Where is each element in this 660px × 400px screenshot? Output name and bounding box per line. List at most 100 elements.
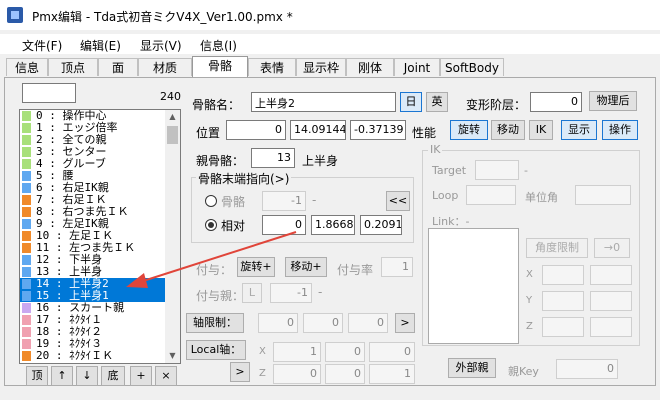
parent-bone-input[interactable]: 13 [251, 148, 295, 168]
tab-vertex[interactable]: 顶点 [48, 58, 98, 76]
bone-list[interactable]: 0 : 操作中心 1 : エッジ倍率 2 : 全ての親 3 : センター 4 :… [19, 109, 181, 364]
ik-unit-angle-input[interactable] [575, 185, 631, 205]
bone-color-swatch [22, 255, 31, 265]
local-axis-x-c[interactable]: 0 [369, 342, 415, 362]
local-axis-arrow-button[interactable]: > [230, 362, 250, 382]
axis-limit-y-input[interactable]: 0 [303, 313, 343, 333]
tab-info[interactable]: 信息 [6, 58, 48, 76]
move-top-button[interactable]: 顶 [26, 366, 48, 386]
lang-jp-button[interactable]: 日 [400, 92, 422, 112]
tail-relative-label: 相对 [221, 219, 246, 233]
ik-loop-label: Loop [432, 189, 459, 202]
ik-loop-input[interactable] [466, 185, 516, 205]
local-axis-button[interactable]: Local轴： [186, 340, 246, 360]
grant-rate-input[interactable]: 1 [381, 257, 413, 277]
axis-limit-button[interactable]: 轴限制： [186, 313, 244, 333]
grant-parent-input[interactable]: -1 [270, 283, 312, 303]
bone-color-swatch [22, 327, 31, 337]
bone-list-scrollbar[interactable]: ▲ ▼ [165, 110, 180, 363]
axis-limit-z-input[interactable]: 0 [348, 313, 388, 333]
physics-after-button[interactable]: 物理后 [589, 91, 637, 111]
bone-color-swatch [22, 195, 31, 205]
add-bone-button[interactable]: + [130, 366, 152, 386]
axis-limit-arrow-button[interactable]: > [395, 313, 415, 333]
lang-en-button[interactable]: 英 [426, 92, 448, 112]
local-axis-z-a[interactable]: 0 [273, 364, 321, 384]
bone-filter-input[interactable] [22, 83, 76, 103]
bone-name-input[interactable]: 上半身2 [251, 92, 396, 112]
grant-move-button[interactable]: 移动+ [285, 257, 327, 277]
tab-joint[interactable]: Joint [394, 58, 440, 76]
position-y-input[interactable]: 14.09144 [290, 120, 346, 140]
move-up-button[interactable]: ↑ [51, 366, 73, 386]
scroll-down-arrow-icon[interactable]: ▼ [165, 349, 180, 363]
menu-info[interactable]: 信息(I) [200, 37, 237, 54]
local-axis-z-b[interactable]: 0 [325, 364, 365, 384]
tab-bone[interactable]: 骨骼 [192, 56, 248, 78]
position-z-input[interactable]: -0.37139 [350, 120, 406, 140]
local-axis-x-a[interactable]: 1 [273, 342, 321, 362]
ik-z-max-input[interactable] [590, 317, 632, 337]
tail-rel-z-input[interactable]: 0.2091 [360, 215, 402, 235]
tab-face[interactable]: 面 [98, 58, 138, 76]
move-down-button[interactable]: ↓ [76, 366, 98, 386]
position-x-input[interactable]: 0 [226, 120, 286, 140]
menu-bar: 文件(F) 编辑(E) 显示(V) 信息(I) [0, 34, 660, 54]
tail-bone-input[interactable]: -1 [262, 191, 306, 211]
perf-show-button[interactable]: 显示 [561, 120, 597, 140]
parent-key-input[interactable]: 0 [556, 359, 618, 379]
grant-rotate-button[interactable]: 旋转+ [237, 257, 275, 277]
bone-color-swatch [22, 351, 31, 361]
local-axis-x-b[interactable]: 0 [325, 342, 365, 362]
perf-move-button[interactable]: 移动 [491, 120, 525, 140]
menu-edit[interactable]: 编辑(E) [80, 37, 121, 54]
perf-ik-button[interactable]: IK [529, 120, 553, 140]
external-parent-button[interactable]: 外部親 [448, 358, 496, 378]
ik-x-max-input[interactable] [590, 265, 632, 285]
move-bottom-button[interactable]: 底 [101, 366, 125, 386]
list-item[interactable]: 20 : ﾈｸﾀｲＩＫ [20, 350, 166, 362]
parent-bone-label: 親骨骼： [196, 154, 245, 168]
tab-morph[interactable]: 表情 [248, 58, 296, 76]
scroll-up-arrow-icon[interactable]: ▲ [165, 110, 180, 124]
deform-layer-input[interactable]: 0 [530, 92, 582, 112]
bone-name-label: 骨骼名： [192, 98, 241, 112]
parent-bone-name: 上半身 [302, 154, 339, 168]
tab-rigid-body[interactable]: 刚体 [346, 58, 394, 76]
local-axis-z-c[interactable]: 1 [369, 364, 415, 384]
grant-parent-dash: - [318, 285, 323, 299]
performance-label: 性能 [412, 126, 437, 140]
ik-y-max-input[interactable] [590, 291, 632, 311]
perf-rotate-button[interactable]: 旋转 [450, 120, 488, 140]
grant-local-button[interactable]: L [242, 283, 262, 303]
perf-operate-button[interactable]: 操作 [602, 120, 638, 140]
axis-limit-x-input[interactable]: 0 [258, 313, 298, 333]
ik-target-input[interactable] [475, 160, 519, 180]
tab-softbody[interactable]: SoftBody [440, 58, 504, 76]
tab-display-frame[interactable]: 显示枠 [296, 58, 346, 76]
angle-limit-button[interactable]: 角度限制 [526, 238, 588, 258]
grant-label: 付与： [196, 263, 233, 277]
local-axis-z-label: Z [259, 368, 266, 379]
menu-view[interactable]: 显示(V) [140, 37, 182, 54]
to-zero-button[interactable]: →0 [594, 238, 630, 258]
bone-color-swatch [22, 147, 31, 157]
ik-y-min-input[interactable] [542, 291, 584, 311]
tab-material[interactable]: 材质 [138, 58, 192, 76]
scroll-thumb[interactable] [167, 126, 178, 144]
tail-relative-radio[interactable] [205, 219, 217, 231]
ik-x-label: X [526, 269, 533, 280]
ik-link-list[interactable] [428, 228, 519, 344]
bone-color-swatch [22, 279, 31, 289]
delete-bone-button[interactable]: × [155, 366, 177, 386]
ik-z-min-input[interactable] [542, 317, 584, 337]
ik-x-min-input[interactable] [542, 265, 584, 285]
tail-pick-button[interactable]: << [386, 191, 410, 211]
tail-bone-radio[interactable] [205, 195, 217, 207]
ik-target-label: Target [432, 164, 467, 177]
tail-rel-x-input[interactable]: 0 [262, 215, 306, 235]
app-icon [7, 7, 23, 23]
tail-rel-y-input[interactable]: 1.8668 [311, 215, 355, 235]
menu-file[interactable]: 文件(F) [22, 37, 62, 54]
tail-bone-label: 骨骼 [221, 195, 246, 209]
